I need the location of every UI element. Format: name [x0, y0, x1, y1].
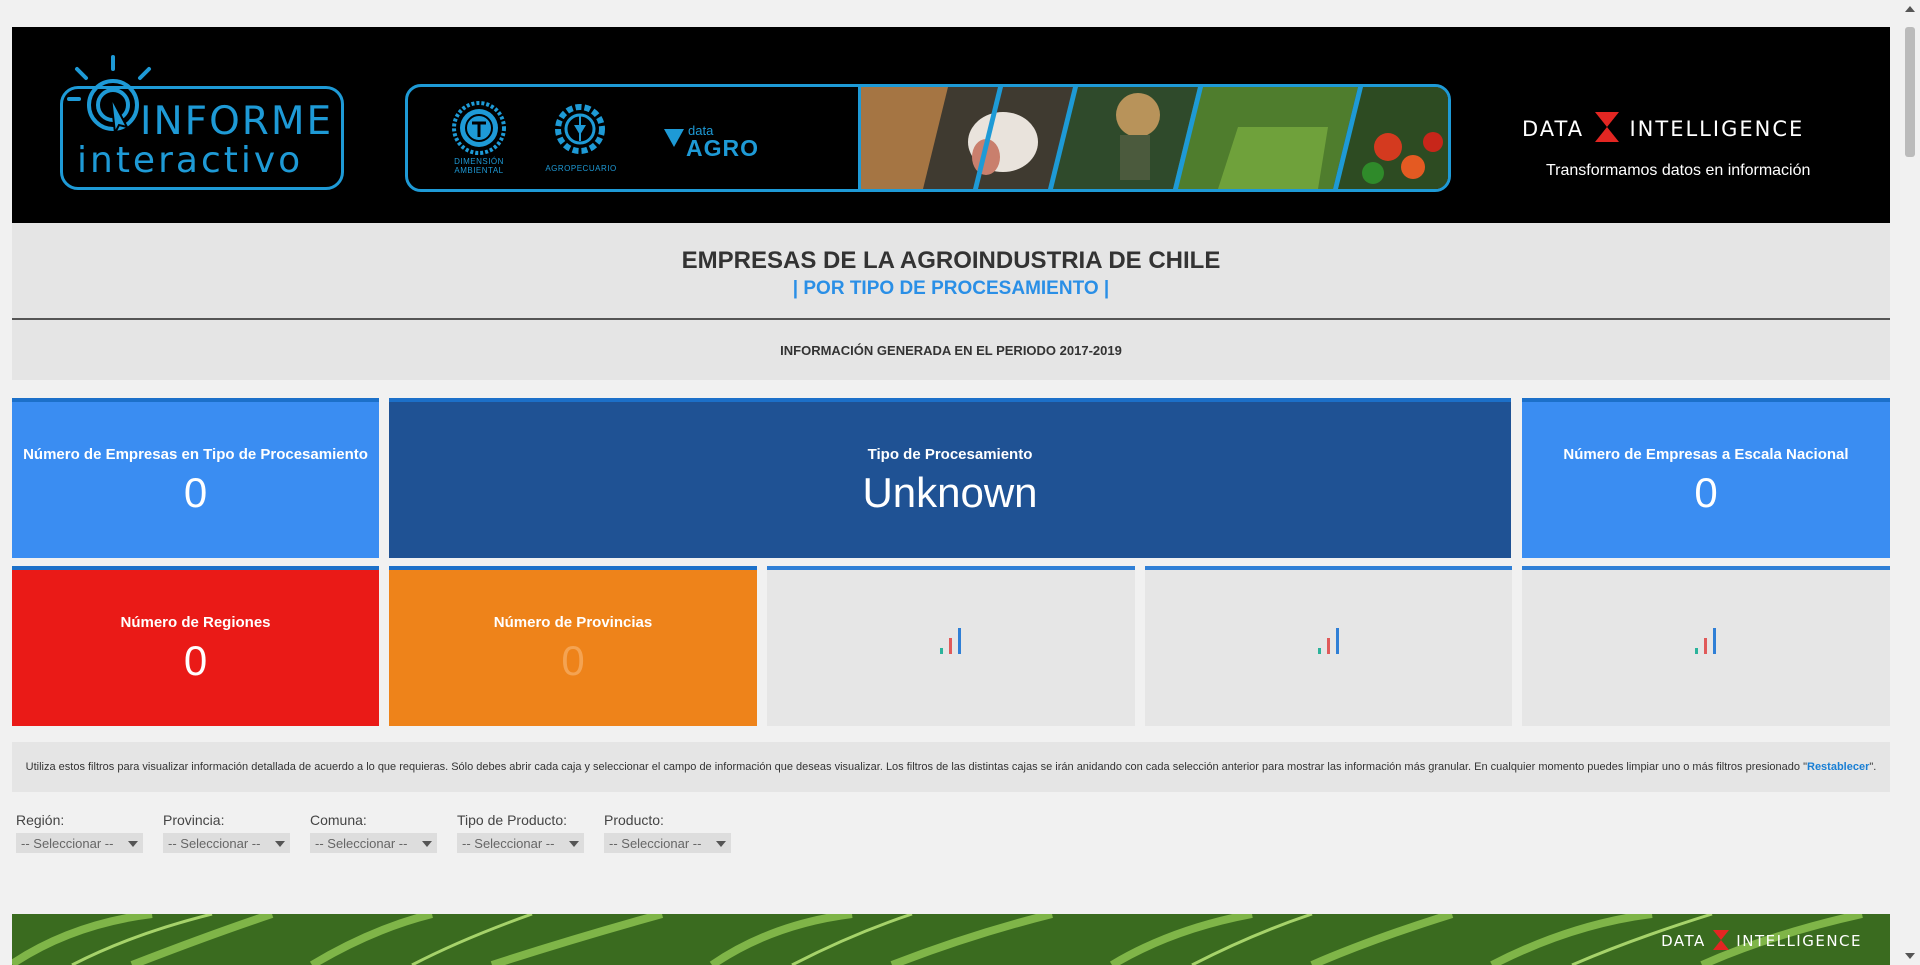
provincia-select[interactable]: -- Seleccionar -- — [163, 833, 290, 853]
card-value: 0 — [183, 637, 208, 684]
comuna-select[interactable]: -- Seleccionar -- — [310, 833, 437, 853]
agro-badge: AGROPECUARIO — [545, 164, 617, 173]
card-label: Número de Regiones — [120, 614, 271, 631]
brand-left: DATA — [1661, 932, 1706, 950]
dimension-ambiental-seal-icon — [452, 101, 506, 155]
agro-gear-icon — [555, 104, 605, 154]
bar-chart-loading-icon — [1317, 628, 1339, 654]
bar-chart-loading-icon — [940, 628, 961, 654]
card-empresas-tipo: Número de Empresas en Tipo de Procesamie… — [12, 398, 379, 558]
leaves-background — [12, 914, 1890, 965]
footer-logo: DATA INTELLIGENCE — [1661, 930, 1862, 950]
card-label: Número de Empresas en Tipo de Procesamie… — [23, 446, 368, 463]
agro-photo-collage — [858, 87, 1448, 189]
filter-region: Región: -- Seleccionar -- — [16, 812, 146, 853]
filter-producto: Producto: -- Seleccionar -- — [604, 812, 734, 853]
select-value: -- Seleccionar -- — [609, 836, 702, 851]
filters-help-text: Utiliza estos filtros para visualizar in… — [12, 742, 1890, 792]
select-value: -- Seleccionar -- — [462, 836, 555, 851]
card-label: Tipo de Procesamiento — [867, 446, 1033, 463]
card-value: 0 — [183, 469, 208, 516]
filter-tipo-producto: Tipo de Producto: -- Seleccionar -- — [457, 812, 587, 853]
caret-down-icon — [569, 841, 579, 847]
select-value: -- Seleccionar -- — [315, 836, 408, 851]
page-scrollbar[interactable] — [1900, 0, 1920, 965]
select-value: -- Seleccionar -- — [168, 836, 261, 851]
filter-label: Región: — [16, 812, 65, 828]
dashboard-page: INFORME interactivo DIMENSIÓN AMBIENTAL … — [12, 27, 1890, 380]
brand-tagline: Transformamos datos en información — [1546, 162, 1811, 179]
brand-right: INTELLIGENCE — [1736, 932, 1862, 950]
footer-banner: DATA INTELLIGENCE — [12, 914, 1890, 965]
card-value: Unknown — [862, 469, 1038, 516]
producto-select[interactable]: -- Seleccionar -- — [604, 833, 731, 853]
period-text: INFORMACIÓN GENERADA EN EL PERIODO 2017-… — [12, 320, 1890, 380]
data-agro-triangle-icon — [664, 129, 684, 147]
filter-label: Comuna: — [310, 812, 367, 828]
tipo-producto-select[interactable]: -- Seleccionar -- — [457, 833, 584, 853]
card-value: 0 — [561, 637, 585, 684]
card-tipo-procesamiento: Tipo de Procesamiento Unknown — [389, 398, 1511, 558]
caret-down-icon — [128, 841, 138, 847]
card-loading-3 — [1522, 566, 1890, 726]
card-label: Número de Provincias — [493, 614, 653, 631]
reset-link[interactable]: Restablecer — [1807, 761, 1869, 773]
brand-left: DATA — [1522, 117, 1585, 141]
scroll-up-icon[interactable] — [1905, 6, 1915, 12]
help-text-end: ". — [1869, 761, 1877, 773]
bar-chart-loading-icon — [1695, 628, 1716, 654]
filter-comuna: Comuna: -- Seleccionar -- — [310, 812, 440, 853]
region-select[interactable]: -- Seleccionar -- — [16, 833, 143, 853]
brand-hourglass-icon — [1594, 112, 1619, 142]
filter-label: Provincia: — [163, 812, 225, 828]
sponsor-banner: DIMENSIÓN AMBIENTAL AGROPECUARIO data AG… — [405, 84, 1451, 192]
brand-hourglass-icon — [1713, 930, 1730, 950]
card-regiones: Número de Regiones 0 — [12, 566, 379, 726]
dimension-badge: DIMENSIÓN AMBIENTAL — [454, 157, 504, 175]
select-value: -- Seleccionar -- — [21, 836, 114, 851]
filter-label: Tipo de Producto: — [457, 812, 567, 828]
filter-provincia: Provincia: -- Seleccionar -- — [163, 812, 293, 853]
card-empresas-nacional: Número de Empresas a Escala Nacional 0 — [1522, 398, 1890, 558]
data-intelligence-logo: DATA INTELLIGENCE — [1522, 112, 1804, 142]
page-subtitle: | POR TIPO DE PROCESAMIENTO | — [792, 278, 1110, 299]
title-section: EMPRESAS DE LA AGROINDUSTRIA DE CHILE | … — [12, 223, 1890, 320]
scroll-down-icon[interactable] — [1905, 953, 1915, 959]
card-value: 0 — [1694, 469, 1718, 516]
scroll-thumb[interactable] — [1905, 27, 1915, 157]
card-label: Número de Empresas a Escala Nacional — [1563, 446, 1849, 463]
logo-line1: INFORME — [140, 99, 334, 144]
caret-down-icon — [422, 841, 432, 847]
card-loading-2 — [1145, 566, 1512, 726]
caret-down-icon — [275, 841, 285, 847]
card-loading-1 — [767, 566, 1135, 726]
filter-label: Producto: — [604, 812, 664, 828]
logo-line2: interactivo — [77, 140, 304, 181]
caret-down-icon — [716, 841, 726, 847]
header-banner: INFORME interactivo DIMENSIÓN AMBIENTAL … — [12, 27, 1890, 223]
help-text: Utiliza estos filtros para visualizar in… — [25, 761, 1807, 773]
card-provincias: Número de Provincias 0 — [389, 566, 757, 726]
data-agro-big: AGRO — [686, 135, 759, 161]
brand-right: INTELLIGENCE — [1629, 117, 1805, 141]
page-title: EMPRESAS DE LA AGROINDUSTRIA DE CHILE — [681, 247, 1221, 274]
